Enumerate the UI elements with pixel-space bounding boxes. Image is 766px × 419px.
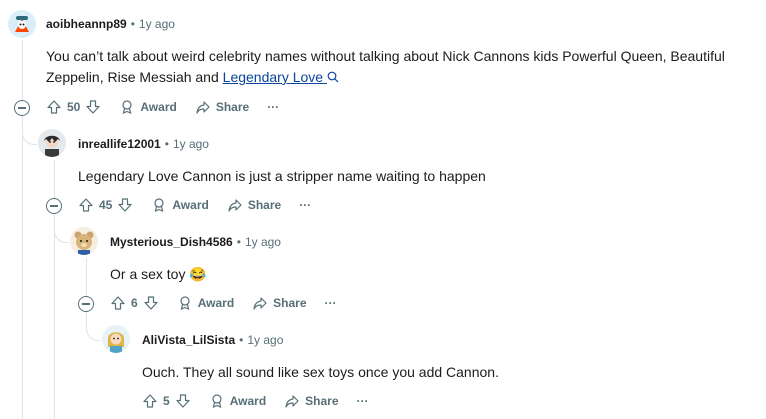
comment-actions: 5 Award Share ··· — [142, 391, 387, 411]
more-icon: ··· — [299, 198, 312, 212]
vote-count: 6 — [131, 296, 138, 310]
collapse-button[interactable] — [46, 198, 62, 214]
vote-group: 5 — [142, 393, 191, 409]
comment-actions: 6 Award Share ··· — [110, 293, 355, 313]
share-button[interactable]: Share — [227, 197, 281, 213]
share-button[interactable]: Share — [284, 393, 339, 409]
award-button[interactable]: Award — [209, 393, 266, 409]
comment-body: You can’t talk about weird celebrity nam… — [46, 48, 725, 85]
upvote-icon[interactable] — [78, 197, 94, 213]
avatar[interactable] — [38, 129, 66, 157]
avatar[interactable] — [8, 10, 36, 38]
timestamp[interactable]: 1y ago — [173, 137, 209, 151]
award-icon — [180, 296, 190, 311]
award-button[interactable]: Award — [151, 197, 209, 213]
more-options-button[interactable]: ··· — [299, 198, 311, 212]
avatar-icon — [8, 10, 36, 38]
timestamp[interactable]: 1y ago — [247, 333, 283, 347]
vote-count: 50 — [67, 100, 81, 114]
downvote-icon[interactable] — [85, 99, 101, 115]
more-icon: ··· — [267, 100, 280, 114]
username[interactable]: AliVista_LilSista — [142, 333, 235, 347]
more-options-button[interactable]: ··· — [357, 394, 369, 408]
avatar-icon — [38, 129, 66, 157]
award-icon — [212, 394, 222, 409]
thread-line-2 — [54, 160, 55, 198]
more-icon: ··· — [324, 296, 337, 310]
more-options-button[interactable]: ··· — [325, 296, 337, 310]
upvote-icon[interactable] — [46, 99, 62, 115]
share-icon — [285, 395, 299, 408]
avatar-icon — [70, 227, 98, 255]
share-button[interactable]: Share — [252, 295, 307, 311]
thread-curve-3 — [54, 226, 69, 243]
thread-line-1b — [22, 116, 23, 419]
award-icon — [154, 198, 164, 213]
comment-meta: inreallife12001 • 1y ago — [78, 137, 209, 151]
username[interactable]: inreallife12001 — [78, 137, 161, 151]
search-link[interactable]: Legendary Love — [223, 69, 339, 85]
comment-body: Ouch. They all sound like sex toys once … — [142, 364, 499, 380]
collapse-button[interactable] — [78, 296, 94, 312]
comment-body: Or a sex toy 😂 — [110, 266, 207, 282]
comment-meta: Mysterious_Dish4586 • 1y ago — [110, 235, 281, 249]
thread-curve-2 — [22, 128, 37, 145]
laughing-emoji: 😂 — [189, 266, 207, 282]
share-icon — [253, 297, 267, 310]
downvote-icon[interactable] — [175, 393, 191, 409]
username[interactable]: aoibheannp89 — [46, 17, 127, 31]
upvote-icon[interactable] — [110, 295, 126, 311]
minus-icon — [82, 303, 90, 305]
username[interactable]: Mysterious_Dish4586 — [110, 235, 233, 249]
search-icon — [327, 71, 339, 83]
share-icon — [228, 199, 242, 212]
thread-line-3 — [86, 258, 87, 296]
avatar-icon — [102, 325, 130, 353]
timestamp[interactable]: 1y ago — [245, 235, 281, 249]
avatar[interactable] — [102, 325, 130, 353]
downvote-icon[interactable] — [143, 295, 159, 311]
comment-actions: 45 Award Share ··· — [78, 195, 329, 215]
collapse-button[interactable] — [14, 100, 30, 116]
more-options-button[interactable]: ··· — [267, 100, 279, 114]
comment-meta: AliVista_LilSista • 1y ago — [142, 333, 284, 347]
vote-group: 6 — [110, 295, 159, 311]
vote-group: 50 — [46, 99, 101, 115]
share-button[interactable]: Share — [195, 99, 249, 115]
award-button[interactable]: Award — [119, 99, 177, 115]
avatar[interactable] — [70, 227, 98, 255]
minus-icon — [50, 205, 58, 207]
award-button[interactable]: Award — [177, 295, 234, 311]
downvote-icon[interactable] — [117, 197, 133, 213]
minus-icon — [18, 107, 26, 109]
thread-curve-4 — [86, 324, 101, 341]
comment-meta: aoibheannp89 • 1y ago — [46, 17, 175, 31]
upvote-icon[interactable] — [142, 393, 158, 409]
thread-line-1 — [22, 40, 23, 100]
share-icon — [196, 101, 210, 114]
more-icon: ··· — [356, 394, 369, 408]
comment-actions: 50 Award Share ··· — [46, 97, 297, 117]
vote-count: 5 — [163, 394, 170, 408]
timestamp[interactable]: 1y ago — [139, 17, 175, 31]
comment-body: Legendary Love Cannon is just a stripper… — [78, 168, 486, 184]
award-icon — [122, 100, 132, 115]
vote-count: 45 — [99, 198, 113, 212]
thread-line-2b — [54, 214, 55, 419]
vote-group: 45 — [78, 197, 133, 213]
